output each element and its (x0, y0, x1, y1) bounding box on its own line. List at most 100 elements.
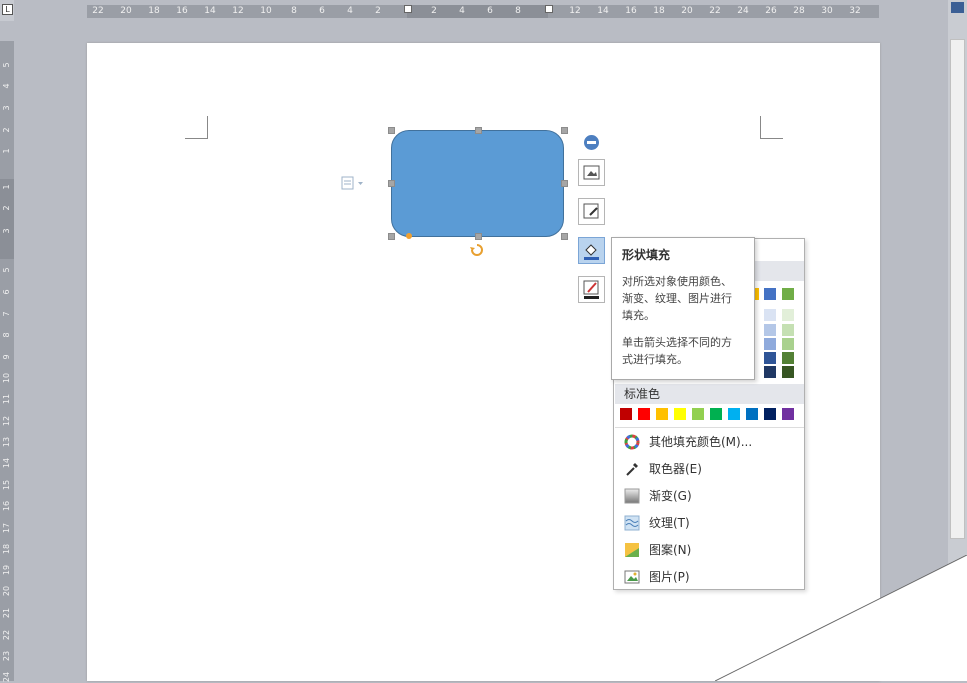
tab-selector-icon: L (2, 4, 13, 15)
theme-shade-swatch[interactable] (782, 338, 794, 350)
edit-shape-icon (583, 203, 599, 219)
outline-pen-icon (583, 280, 599, 299)
picture-item[interactable]: 图片(P) (615, 564, 804, 590)
ruler-tick-label: 20 (2, 585, 11, 597)
ruler-tick-label: 20 (120, 6, 132, 16)
ruler-tick-label: 24 (2, 671, 11, 683)
ruler-tick-label: 22 (2, 629, 11, 641)
ruler-tick-label: 17 (2, 522, 11, 534)
ruler-tick-label: 32 (849, 6, 861, 16)
shape-fill-tooltip: 形状填充 对所选对象使用颜色、 渐变、纹理、图片进行 填充。 单击箭头选择不同的… (611, 237, 755, 380)
theme-shade-swatch[interactable] (764, 309, 776, 321)
standard-color-swatch[interactable] (620, 408, 632, 420)
tooltip-line: 填充。 (622, 309, 655, 322)
ruler-tick-label: 9 (2, 354, 11, 360)
vertical-ruler[interactable]: 5 4 3 2 1 1 2 3 5 6 7 8 9 10 11 12 13 14 15 16 17 18 19 20 21 22 2… (0, 41, 14, 683)
paint-bucket-icon (584, 244, 599, 260)
ruler-tick-label: 6 (487, 6, 493, 16)
standard-color-swatch[interactable] (764, 408, 776, 420)
ruler-tick-label: 2 (375, 6, 381, 16)
ruler-tick-label: 6 (319, 6, 325, 16)
menu-item-label: 纹理(T) (649, 516, 690, 530)
rounded-rectangle-shape[interactable] (391, 130, 564, 237)
theme-shade-swatch[interactable] (782, 324, 794, 336)
standard-color-swatch[interactable] (782, 408, 794, 420)
theme-shade-swatch[interactable] (782, 309, 794, 321)
ruler-tick-label: 21 (2, 607, 11, 619)
ruler-tick-label: 22 (92, 6, 104, 16)
indent-marker[interactable] (545, 5, 553, 13)
shape-outline-button[interactable] (578, 276, 605, 303)
pattern-icon (625, 543, 639, 557)
ruler-corner[interactable]: L (0, 0, 14, 21)
ruler-tick-label: 18 (2, 543, 11, 555)
theme-shade-swatch[interactable] (782, 366, 794, 378)
theme-shade-swatch[interactable] (764, 338, 776, 350)
ruler-tick-label: 4 (347, 6, 353, 16)
ruler-tick-label: 16 (2, 500, 11, 512)
standard-color-swatch[interactable] (746, 408, 758, 420)
ruler-tick-label: 26 (765, 6, 777, 16)
color-wheel-icon (624, 434, 640, 450)
shape-fill-button[interactable] (578, 237, 605, 264)
menu-separator (615, 427, 804, 428)
ruler-tick-label: 7 (2, 311, 11, 317)
resize-handle[interactable] (561, 180, 568, 187)
ruler-tick-label: 2 (2, 205, 11, 211)
resize-handle[interactable] (561, 127, 568, 134)
ruler-tick-label: 1 (2, 184, 11, 190)
layout-wrap-button[interactable] (578, 159, 605, 186)
layout-options-icon[interactable] (341, 175, 365, 190)
ruler-tick-label: 22 (709, 6, 721, 16)
tooltip-line: 单击箭头选择不同的方 (622, 336, 732, 349)
ruler-tick-label: 8 (515, 6, 521, 16)
theme-shade-swatch[interactable] (764, 352, 776, 364)
pattern-item[interactable]: 图案(N) (615, 537, 804, 563)
scrollbar-thumb[interactable] (950, 39, 965, 539)
indent-marker[interactable] (404, 5, 412, 13)
adjust-handle[interactable] (406, 233, 412, 239)
ruler-tick-label: 3 (2, 105, 11, 111)
theme-color-swatch[interactable] (764, 288, 776, 300)
texture-item[interactable]: 纹理(T) (615, 510, 804, 536)
ruler-text-area (407, 5, 548, 18)
ruler-tick-label: 3 (2, 228, 11, 234)
ruler-tick-label: 28 (793, 6, 805, 16)
edit-shape-button[interactable] (578, 198, 605, 225)
standard-color-swatch[interactable] (692, 408, 704, 420)
theme-shade-swatch[interactable] (764, 324, 776, 336)
resize-handle[interactable] (388, 180, 395, 187)
resize-handle[interactable] (475, 127, 482, 134)
resize-handle[interactable] (388, 233, 395, 240)
horizontal-ruler[interactable]: 22 20 18 16 14 12 10 8 6 4 2 2 4 6 8 12 14 16 18 20 22 24 26 28… (87, 5, 879, 18)
ruler-tick-label: 16 (625, 6, 637, 16)
ruler-tick-label: 12 (569, 6, 581, 16)
ruler-tick-label: 14 (2, 457, 11, 469)
menu-item-label: 取色器(E) (649, 462, 702, 476)
standard-color-swatch[interactable] (674, 408, 686, 420)
theme-shade-swatch[interactable] (782, 352, 794, 364)
collapse-icon[interactable] (584, 135, 599, 150)
theme-shade-swatch[interactable] (764, 366, 776, 378)
menu-item-label: 图片(P) (649, 570, 690, 584)
gradient-item[interactable]: 渐变(G) (615, 483, 804, 509)
eyedropper-item[interactable]: 取色器(E) (615, 456, 804, 482)
menu-item-label: 其他填充颜色(M)... (649, 435, 753, 449)
resize-handle[interactable] (388, 127, 395, 134)
resize-handle[interactable] (561, 233, 568, 240)
theme-color-swatch[interactable] (782, 288, 794, 300)
wrap-icon (583, 165, 600, 180)
standard-color-swatch[interactable] (638, 408, 650, 420)
rotate-handle-icon[interactable] (469, 242, 485, 258)
standard-color-swatch[interactable] (710, 408, 722, 420)
ruler-tick-label: 18 (653, 6, 665, 16)
ruler-tick-label: 5 (2, 267, 11, 273)
ruler-tick-label: 2 (431, 6, 437, 16)
resize-handle[interactable] (475, 233, 482, 240)
menu-item-label: 图案(N) (649, 543, 692, 557)
standard-color-swatch[interactable] (656, 408, 668, 420)
more-fill-colors-item[interactable]: 其他填充颜色(M)... (615, 429, 804, 455)
tooltip-line: 对所选对象使用颜色、 (622, 275, 732, 288)
standard-color-swatch[interactable] (728, 408, 740, 420)
split-view-icon[interactable] (951, 2, 964, 13)
